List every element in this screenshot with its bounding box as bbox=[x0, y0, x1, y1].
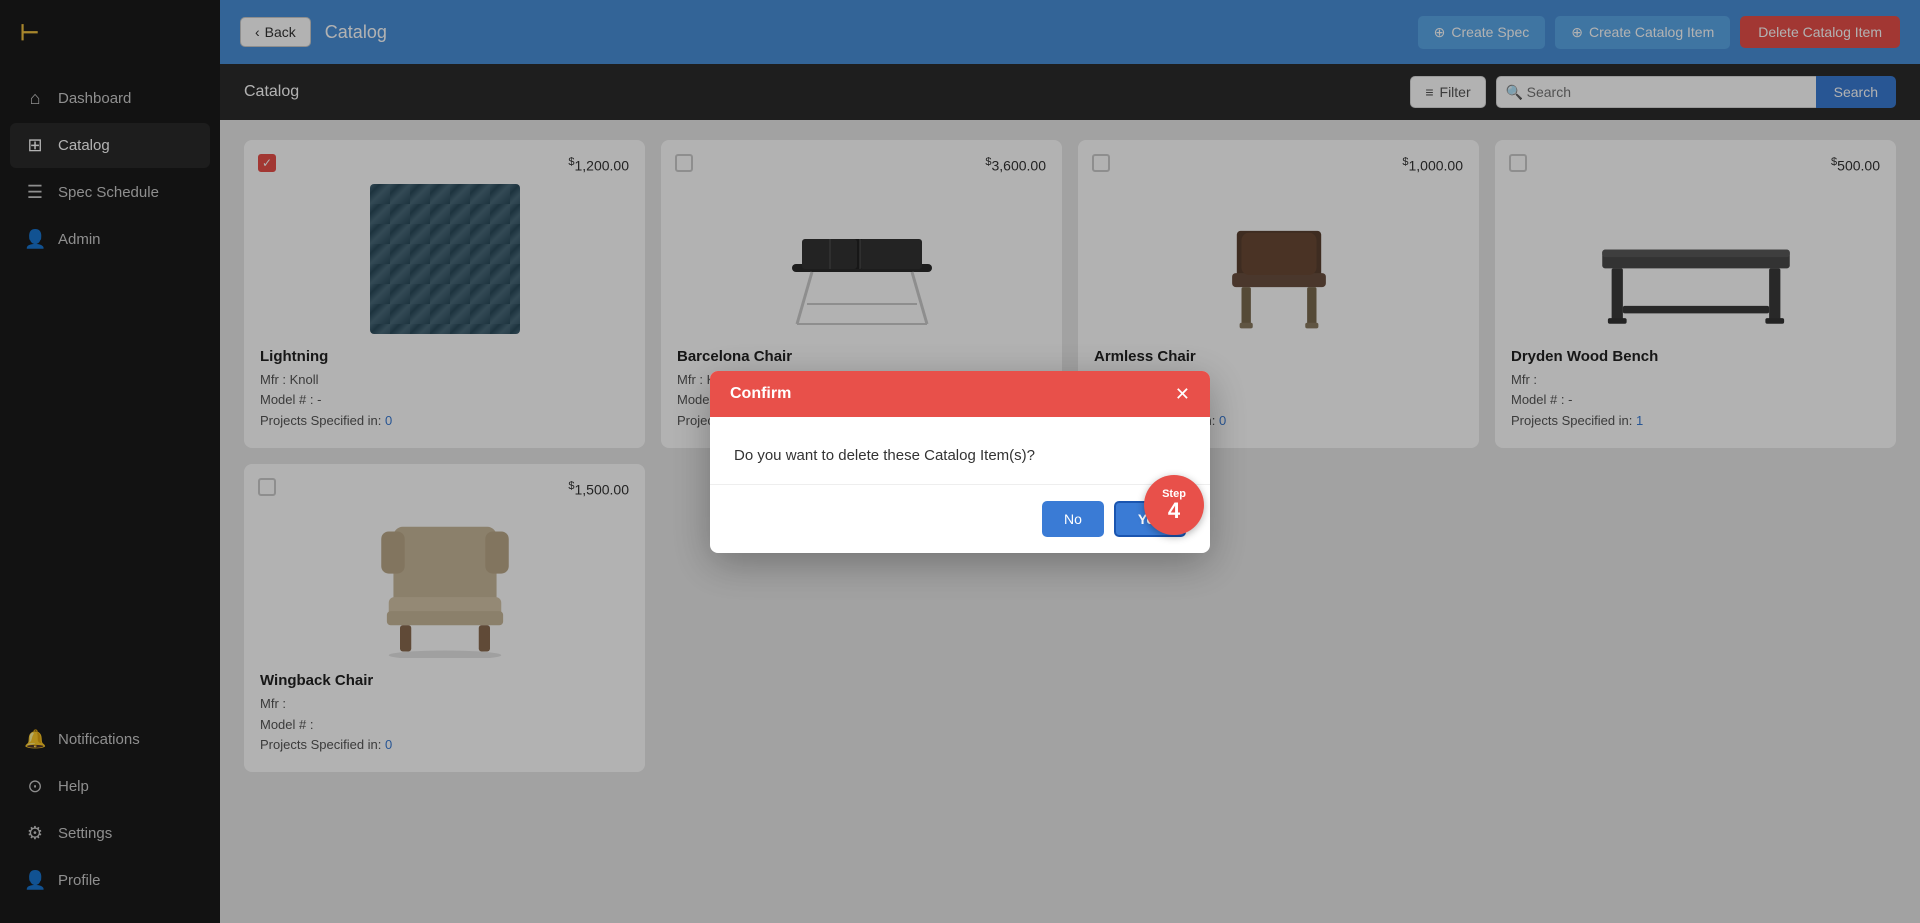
modal-close-button[interactable]: ✕ bbox=[1175, 385, 1190, 403]
modal-body: Do you want to delete these Catalog Item… bbox=[710, 417, 1210, 484]
modal-footer: No Yes Step 4 bbox=[710, 484, 1210, 553]
step-number: 4 bbox=[1168, 500, 1180, 522]
step-badge: Step 4 bbox=[1144, 475, 1204, 535]
modal-header: Confirm ✕ bbox=[710, 371, 1210, 417]
modal-title: Confirm bbox=[730, 385, 791, 403]
modal-body-text: Do you want to delete these Catalog Item… bbox=[734, 447, 1035, 464]
confirm-modal: Confirm ✕ Do you want to delete these Ca… bbox=[710, 371, 1210, 553]
modal-overlay[interactable]: Confirm ✕ Do you want to delete these Ca… bbox=[0, 0, 1920, 923]
no-button[interactable]: No bbox=[1042, 501, 1104, 537]
yes-button[interactable]: Yes Step 4 bbox=[1114, 501, 1186, 537]
